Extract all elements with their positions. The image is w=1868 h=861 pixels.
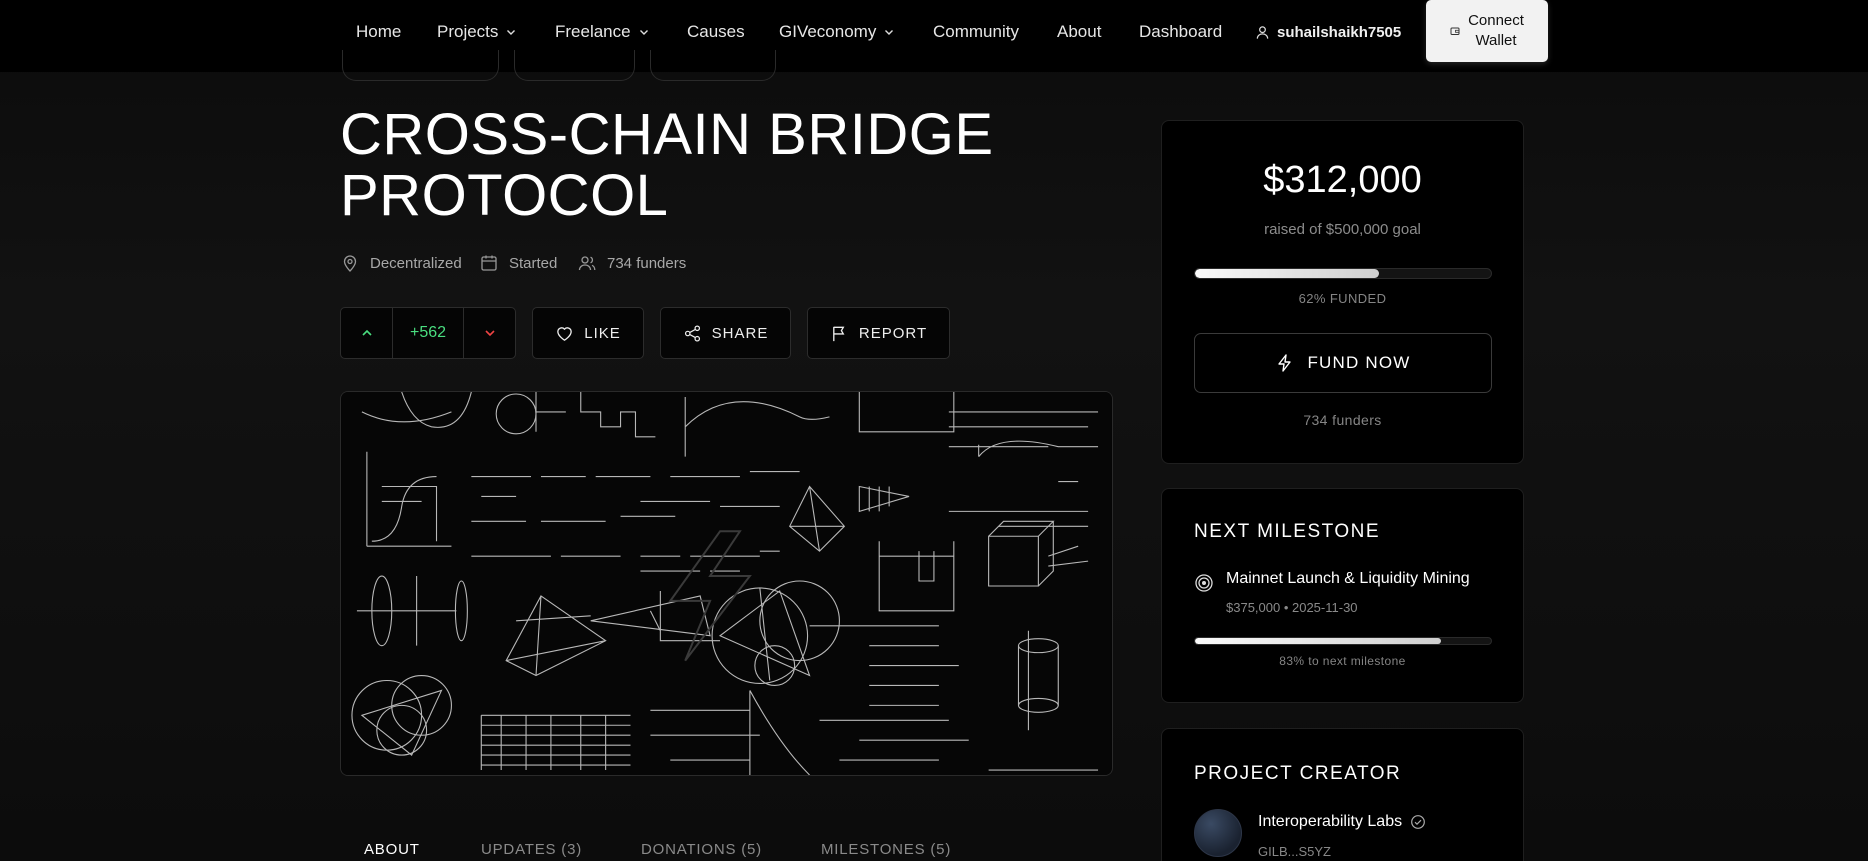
heart-icon xyxy=(557,326,573,341)
milestone-heading: NEXT MILESTONE xyxy=(1194,521,1381,542)
chevron-down-icon xyxy=(484,330,495,337)
creator-name[interactable]: Interoperability Labs xyxy=(1258,813,1426,831)
category-pill[interactable] xyxy=(342,50,499,81)
nav-about[interactable]: About xyxy=(1057,0,1101,64)
user-icon xyxy=(1256,25,1269,39)
creator-heading: PROJECT CREATOR xyxy=(1194,763,1402,784)
nav-dashboard-label: Dashboard xyxy=(1139,22,1223,41)
connect-wallet-button[interactable]: Connect Wallet xyxy=(1426,0,1548,62)
raised-amount: $312,000 xyxy=(1263,159,1422,201)
meta-location-text: Decentralized xyxy=(370,254,462,272)
meta-status-text: Started xyxy=(509,254,558,272)
tab-milestones[interactable]: MILESTONES (5) xyxy=(821,841,951,858)
upvote-button[interactable] xyxy=(341,308,393,358)
chevron-up-icon xyxy=(361,329,372,336)
nav-username: suhailshaikh7505 xyxy=(1277,23,1402,41)
raised-goal-text: raised of $500,000 goal xyxy=(1264,221,1421,238)
wallet-icon xyxy=(1450,27,1460,35)
target-icon xyxy=(1195,574,1213,592)
project-title-line2: PROTOCOL xyxy=(340,163,669,228)
connect-wallet-line2: Wallet xyxy=(1475,32,1517,49)
nav-giveconomy[interactable]: GIVeconomy xyxy=(779,0,895,64)
downvote-button[interactable] xyxy=(463,308,515,358)
map-pin-icon xyxy=(343,255,357,272)
report-label: REPORT xyxy=(858,324,928,342)
flag-icon xyxy=(833,326,845,341)
like-label: LIKE xyxy=(584,324,621,342)
verified-icon xyxy=(1411,815,1425,829)
milestone-percent-label: 83% to next milestone xyxy=(1279,654,1406,668)
funding-funders-count: 734 funders xyxy=(1303,412,1382,428)
nav-causes-label: Causes xyxy=(687,22,745,41)
nav-user-profile[interactable]: suhailshaikh7505 xyxy=(1255,0,1401,64)
nav-freelance-label: Freelance xyxy=(555,22,631,41)
nav-dashboard[interactable]: Dashboard xyxy=(1139,0,1222,64)
chevron-down-icon xyxy=(507,30,516,35)
milestone-detail: $375,000 • 2025-11-30 xyxy=(1226,600,1358,615)
nav-community[interactable]: Community xyxy=(933,0,1019,64)
tab-donations[interactable]: DONATIONS (5) xyxy=(641,841,762,858)
calendar-icon xyxy=(481,255,497,271)
connect-wallet-line1: Connect xyxy=(1468,12,1524,29)
category-pill[interactable] xyxy=(650,50,776,81)
creator-name-text: Interoperability Labs xyxy=(1258,813,1403,830)
meta-funders-text: 734 funders xyxy=(607,254,687,272)
funding-percent-label: 62% FUNDED xyxy=(1298,291,1387,306)
meta-location: Decentralized xyxy=(340,252,462,274)
project-cover-image xyxy=(340,391,1113,776)
formula-chalkboard-illustration xyxy=(342,392,1111,775)
funding-progress-fill xyxy=(1195,269,1379,278)
creator-address: GILB...S5YZ xyxy=(1258,844,1331,859)
report-button[interactable]: REPORT xyxy=(807,307,950,359)
share-label: SHARE xyxy=(711,324,769,342)
users-icon xyxy=(578,256,596,271)
meta-status: Started xyxy=(479,252,557,274)
fund-now-button[interactable]: FUND NOW xyxy=(1194,333,1492,393)
nav-community-label: Community xyxy=(933,22,1019,41)
nav-about-label: About xyxy=(1057,22,1102,41)
project-creator-card: PROJECT CREATOR Interoperability Labs GI… xyxy=(1161,728,1524,861)
tab-about[interactable]: ABOUT xyxy=(364,841,420,858)
nav-home-label: Home xyxy=(356,22,402,41)
nav-giveconomy-label: GIVeconomy xyxy=(779,22,877,41)
chevron-down-icon xyxy=(885,30,894,35)
funding-card: $312,000 raised of $500,000 goal 62% FUN… xyxy=(1161,120,1524,464)
like-button[interactable]: LIKE xyxy=(532,307,644,359)
share-icon xyxy=(684,324,700,342)
project-title: CROSS-CHAIN BRIDGE PROTOCOL xyxy=(340,104,1040,226)
project-title-line1: CROSS-CHAIN BRIDGE xyxy=(340,102,994,167)
share-button[interactable]: SHARE xyxy=(660,307,791,359)
meta-funders: 734 funders xyxy=(577,252,686,274)
top-navbar: Home Projects Freelance Causes GIVeconom… xyxy=(0,0,1868,72)
vote-control: +562 xyxy=(340,307,516,359)
milestone-progress-fill xyxy=(1195,638,1441,644)
chevron-down-icon xyxy=(639,30,648,35)
nav-projects-label: Projects xyxy=(437,22,499,41)
category-pill[interactable] xyxy=(514,50,635,81)
fund-now-label: FUND NOW xyxy=(1307,353,1411,372)
vote-count: +562 xyxy=(409,324,447,341)
connect-wallet-label: Connect Wallet xyxy=(1468,11,1524,51)
lightning-icon xyxy=(1278,354,1292,372)
funding-progress-bar xyxy=(1194,268,1492,279)
tab-updates[interactable]: UPDATES (3) xyxy=(481,841,582,858)
milestone-progress-bar xyxy=(1194,637,1492,645)
avatar[interactable] xyxy=(1194,809,1242,857)
milestone-name: Mainnet Launch & Liquidity Mining xyxy=(1226,570,1470,587)
next-milestone-card: NEXT MILESTONE Mainnet Launch & Liquidit… xyxy=(1161,488,1524,703)
